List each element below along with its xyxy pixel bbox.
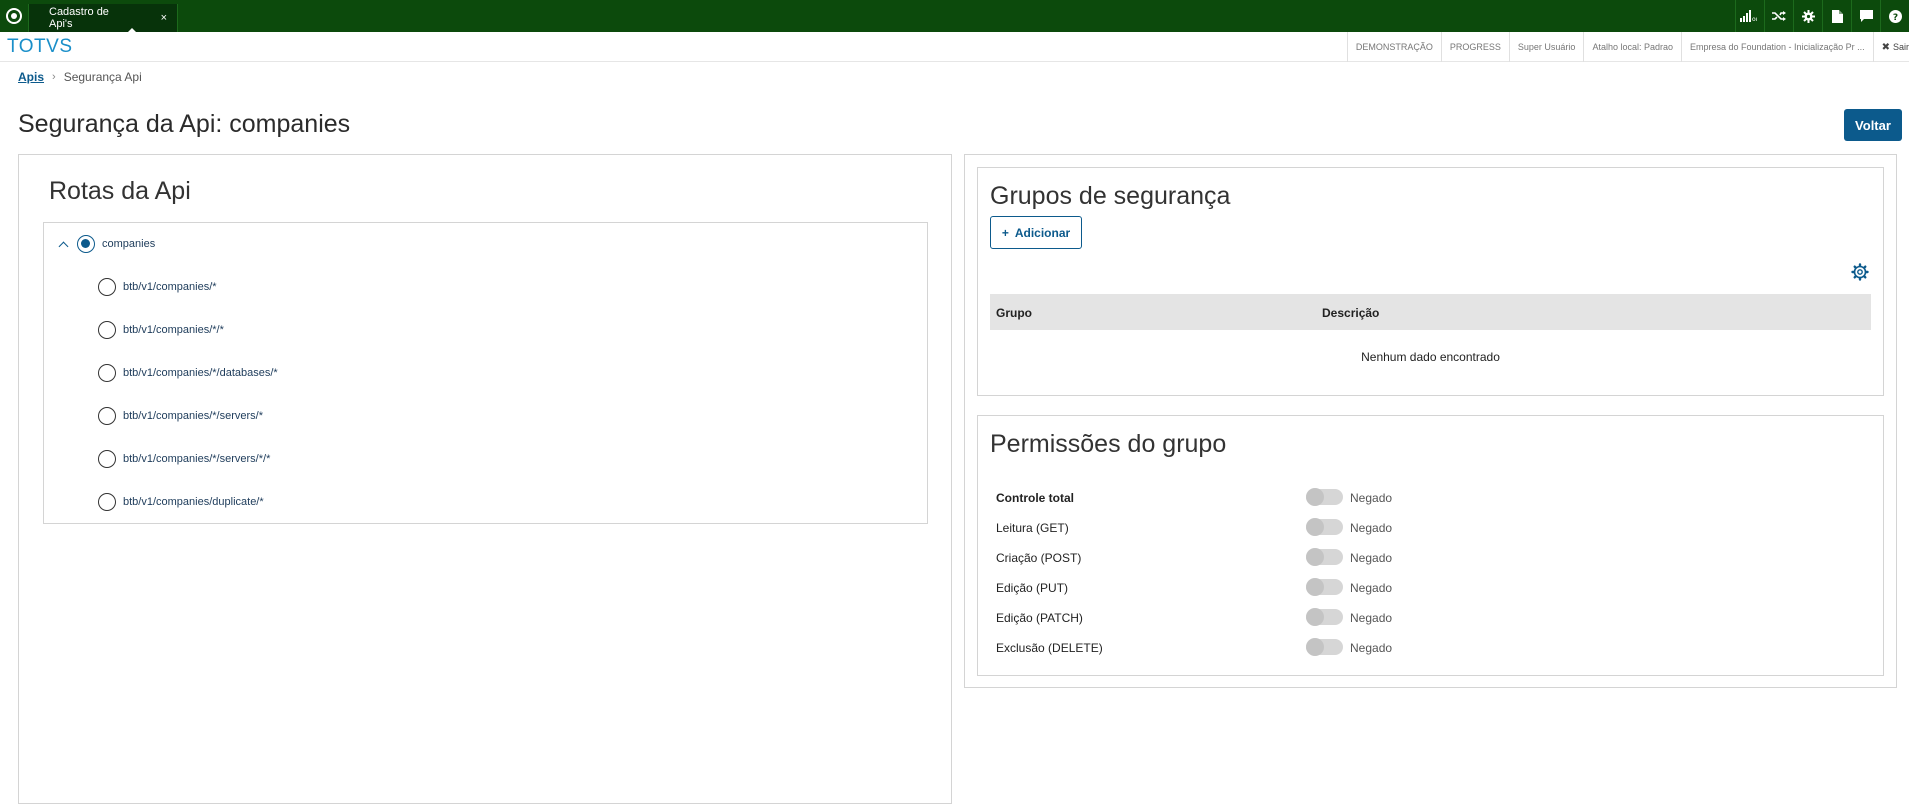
add-group-button[interactable]: + Adicionar bbox=[990, 216, 1082, 249]
permission-label: Exclusão (DELETE) bbox=[996, 641, 1103, 655]
tree-item[interactable]: btb/v1/companies/* bbox=[98, 278, 217, 296]
permission-label: Edição (PUT) bbox=[996, 581, 1069, 595]
shuffle-icon[interactable] bbox=[1764, 0, 1793, 32]
chip-database: PROGRESS bbox=[1440, 32, 1509, 62]
group-permissions-card: Permissões do grupo Controle total Negad… bbox=[977, 415, 1884, 676]
svg-text:?: ? bbox=[1892, 13, 1897, 23]
permission-toggle[interactable] bbox=[1306, 548, 1343, 566]
permission-state: Negado bbox=[1350, 611, 1393, 625]
route-label: btb/v1/companies/*/databases/* bbox=[123, 367, 278, 379]
tree-item[interactable]: btb/v1/companies/*/servers/* bbox=[98, 407, 263, 425]
permission-state: Negado bbox=[1350, 551, 1393, 565]
close-icon: ✖ bbox=[1881, 41, 1890, 53]
chat-icon[interactable] bbox=[1851, 0, 1880, 32]
permission-label: Leitura (GET) bbox=[996, 521, 1069, 535]
radio-button[interactable] bbox=[98, 450, 116, 468]
permission-label: Edição (PATCH) bbox=[996, 611, 1083, 625]
chevron-right-icon: › bbox=[52, 71, 56, 83]
plus-icon: + bbox=[1001, 225, 1009, 240]
permission-state: Negado bbox=[1350, 641, 1393, 655]
tree-root[interactable]: companies bbox=[56, 235, 155, 253]
routes-title: Rotas da Api bbox=[49, 177, 191, 205]
header-bar: TOTVS DEMONSTRAÇÃO PROGRESS Super Usuári… bbox=[0, 32, 1909, 62]
svg-text:oı: oı bbox=[1752, 16, 1758, 22]
breadcrumb-current: Segurança Api bbox=[63, 70, 142, 84]
permission-toggle[interactable] bbox=[1306, 488, 1343, 506]
exit-label: Sair bbox=[1892, 42, 1909, 52]
permission-row: Leitura (GET) Negado bbox=[996, 518, 1876, 538]
security-groups-card: Grupos de segurança + Adicionar Grupo De… bbox=[977, 167, 1884, 396]
tab-close-icon[interactable]: × bbox=[161, 12, 167, 24]
tab-cadastro-apis[interactable]: Cadastro de Api's × bbox=[28, 3, 178, 33]
permission-toggle[interactable] bbox=[1306, 638, 1343, 656]
top-bar: Cadastro de Api's × oı ? bbox=[0, 0, 1909, 33]
document-icon[interactable] bbox=[1822, 0, 1851, 32]
radio-button[interactable] bbox=[98, 407, 116, 425]
permission-row: Edição (PUT) Negado bbox=[996, 578, 1876, 598]
groups-title: Grupos de segurança bbox=[990, 182, 1231, 210]
column-header-grupo[interactable]: Grupo bbox=[996, 306, 1032, 320]
permission-row: Exclusão (DELETE) Negado bbox=[996, 638, 1876, 658]
gear-icon[interactable] bbox=[1851, 263, 1869, 286]
chip-environment: DEMONSTRAÇÃO bbox=[1346, 32, 1441, 62]
routes-tree: companies btb/v1/companies/* btb/v1/comp… bbox=[43, 222, 928, 524]
permission-state: Negado bbox=[1350, 581, 1393, 595]
chip-user[interactable]: Super Usuário bbox=[1508, 32, 1584, 62]
routes-panel: Rotas da Api companies btb/v1/companies/… bbox=[18, 154, 952, 804]
permission-toggle[interactable] bbox=[1306, 608, 1343, 626]
home-logo-icon[interactable] bbox=[0, 0, 28, 32]
permission-label: Controle total bbox=[996, 491, 1074, 505]
radio-button[interactable] bbox=[98, 364, 116, 382]
radio-root[interactable] bbox=[77, 235, 95, 253]
route-label: btb/v1/companies/duplicate/* bbox=[123, 496, 264, 508]
exit-button[interactable]: ✖ Sair bbox=[1872, 32, 1909, 62]
brand-logo[interactable]: TOTVS bbox=[0, 36, 73, 58]
signal-icon[interactable]: oı bbox=[1735, 0, 1764, 32]
route-label: btb/v1/companies/*/* bbox=[123, 324, 224, 336]
tree-item[interactable]: btb/v1/companies/*/* bbox=[98, 321, 224, 339]
permission-row: Controle total Negado bbox=[996, 488, 1876, 508]
permission-label: Criação (POST) bbox=[996, 551, 1082, 565]
column-header-descricao[interactable]: Descrição bbox=[1322, 306, 1379, 320]
help-icon[interactable]: ? bbox=[1880, 0, 1909, 32]
tab-label: Cadastro de Api's bbox=[49, 5, 109, 30]
back-button[interactable]: Voltar bbox=[1844, 109, 1902, 141]
permission-row: Edição (PATCH) Negado bbox=[996, 608, 1876, 628]
add-group-label: Adicionar bbox=[1014, 225, 1071, 240]
radio-button[interactable] bbox=[98, 321, 116, 339]
tree-item[interactable]: btb/v1/companies/duplicate/* bbox=[98, 493, 264, 511]
permission-toggle[interactable] bbox=[1306, 518, 1343, 536]
permission-toggle[interactable] bbox=[1306, 578, 1343, 596]
breadcrumb-link-apis[interactable]: Apis bbox=[18, 70, 44, 84]
radio-button[interactable] bbox=[98, 278, 116, 296]
route-label: btb/v1/companies/*/servers/* bbox=[123, 410, 264, 422]
permissions-title: Permissões do grupo bbox=[990, 430, 1227, 458]
breadcrumb: Apis › Segurança Api bbox=[18, 70, 142, 84]
tree-item[interactable]: btb/v1/companies/*/databases/* bbox=[98, 364, 278, 382]
security-panel: Grupos de segurança + Adicionar Grupo De… bbox=[964, 154, 1897, 688]
gear-icon[interactable] bbox=[1793, 0, 1822, 32]
tree-root-label: companies bbox=[102, 238, 156, 250]
permission-state: Negado bbox=[1350, 491, 1393, 505]
chip-shortcut[interactable]: Atalho local: Padrao bbox=[1583, 32, 1681, 62]
page-title: Segurança da Api: companies bbox=[18, 110, 351, 138]
empty-table-message: Nenhum dado encontrado bbox=[1361, 350, 1500, 364]
tree-item[interactable]: btb/v1/companies/*/servers/*/* bbox=[98, 450, 270, 468]
route-label: btb/v1/companies/* bbox=[123, 281, 217, 293]
groups-table-header: Grupo Descrição bbox=[990, 294, 1871, 330]
chip-company[interactable]: Empresa do Foundation - Inicialização Pr… bbox=[1681, 32, 1873, 62]
permission-row: Criação (POST) Negado bbox=[996, 548, 1876, 568]
permission-state: Negado bbox=[1350, 521, 1393, 535]
chevron-up-icon[interactable] bbox=[56, 237, 70, 251]
route-label: btb/v1/companies/*/servers/*/* bbox=[123, 453, 271, 465]
radio-button[interactable] bbox=[98, 493, 116, 511]
